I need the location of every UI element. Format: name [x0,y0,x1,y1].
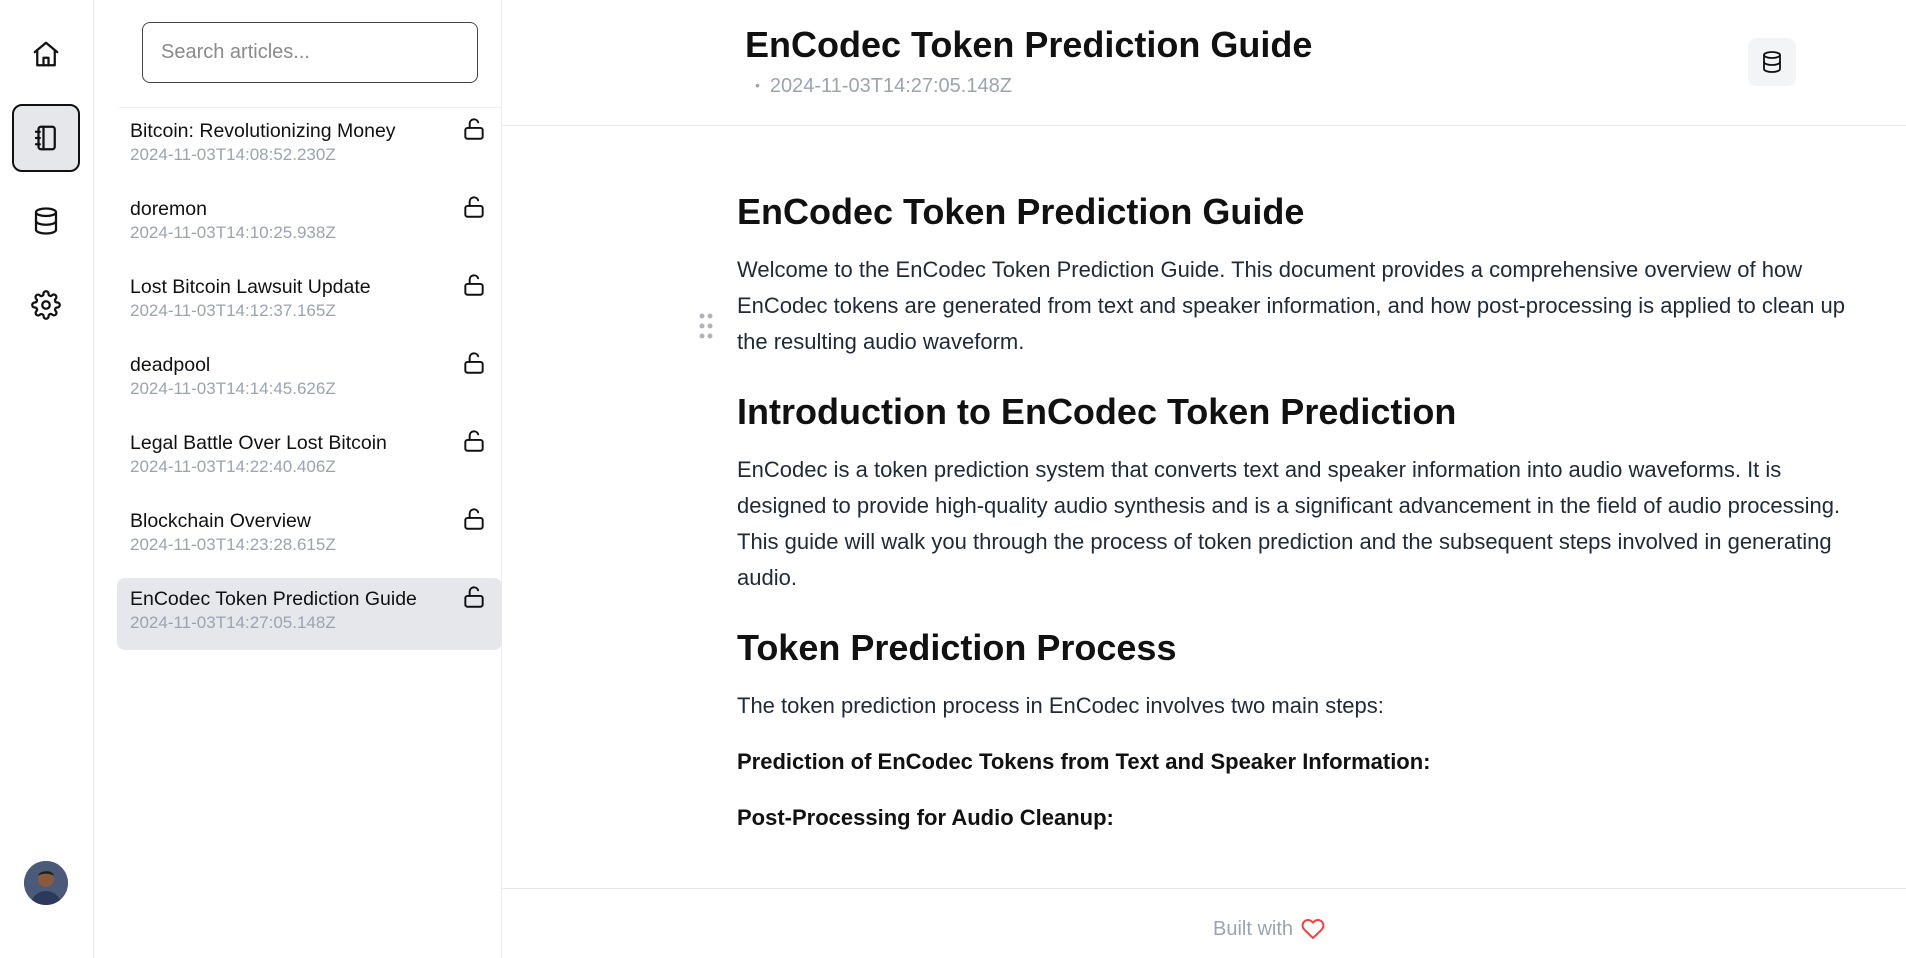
database-icon [1763,51,1781,73]
article-date: 2024-11-03T14:10:25.938Z [130,223,336,242]
document-content[interactable]: EnCodec Token Prediction Guide Welcome t… [737,190,1847,836]
drag-handle[interactable] [698,312,714,340]
main-area: EnCodec Token Prediction Guide • 2024-11-… [502,0,1906,958]
article-sidebar: Bitcoin: Revolutionizing Money 2024-11-03… [95,0,502,958]
articles-button[interactable] [12,104,80,172]
footer-credit: Built with [1213,917,1325,941]
unlock-icon[interactable] [461,428,487,454]
article-title: Legal Battle Over Lost Bitcoin [130,432,387,454]
database-icon [34,207,58,235]
unlock-icon[interactable] [461,116,487,142]
divider [119,107,502,108]
article-list-item[interactable]: Lost Bitcoin Lawsuit Update 2024-11-03T14… [117,266,502,344]
unlock-icon[interactable] [461,350,487,376]
content-heading: EnCodec Token Prediction Guide [737,191,1305,232]
content-paragraph: EnCodec is a token prediction system tha… [737,457,1841,590]
gear-icon [31,290,61,320]
footer-label: Built with [1213,917,1294,940]
unlock-icon[interactable] [461,584,487,610]
database-action-button[interactable] [1748,38,1796,86]
unlock-icon[interactable] [461,194,487,220]
article-title: Lost Bitcoin Lawsuit Update [130,276,371,298]
unlock-icon[interactable] [461,506,487,532]
article-list-item[interactable]: Legal Battle Over Lost Bitcoin 2024-11-03… [117,422,502,500]
footer: Built with [502,888,1906,958]
article-list-item[interactable]: deadpool 2024-11-03T14:14:45.626Z [117,344,502,422]
article-title: Blockchain Overview [130,510,311,532]
user-avatar[interactable] [24,861,68,905]
drag-handle-icon [699,313,713,339]
bullet-dot: • [755,77,760,93]
icon-rail [0,0,94,958]
content-paragraph: The token prediction process in EnCodec … [737,693,1384,718]
step-heading: Prediction of EnCodec Tokens from Text a… [737,749,1431,774]
article-date: 2024-11-03T14:12:37.165Z [130,301,336,320]
article-date: 2024-11-03T14:08:52.230Z [130,145,336,164]
article-title: deadpool [130,354,211,376]
article-list-item[interactable]: doremon 2024-11-03T14:10:25.938Z [117,188,502,266]
document-date: 2024-11-03T14:27:05.148Z [769,75,1012,97]
article-date: 2024-11-03T14:22:40.406Z [130,457,336,476]
article-date: 2024-11-03T14:23:28.615Z [130,535,336,554]
notebook-icon [34,125,56,151]
home-icon [33,41,59,67]
section-heading: Introduction to EnCodec Token Prediction [737,391,1457,432]
article-date: 2024-11-03T14:27:05.148Z [130,613,336,632]
article-title: EnCodec Token Prediction Guide [130,588,417,610]
document-meta: • 2024-11-03T14:27:05.148Z [755,75,1012,98]
article-title: doremon [130,198,207,220]
content-paragraph: Welcome to the EnCodec Token Prediction … [737,257,1845,354]
search-input[interactable] [142,22,478,83]
step-heading: Post-Processing for Audio Cleanup: [737,805,1114,830]
article-list: Bitcoin: Revolutionizing Money 2024-11-03… [117,110,502,650]
article-list-item[interactable]: Bitcoin: Revolutionizing Money 2024-11-03… [117,110,502,188]
settings-button[interactable] [12,271,80,339]
page-title: EnCodec Token Prediction Guide [745,24,1313,65]
document-header: EnCodec Token Prediction Guide • 2024-11-… [502,0,1906,126]
article-list-item[interactable]: EnCodec Token Prediction Guide 2024-11-03… [117,578,502,650]
article-list-item[interactable]: Blockchain Overview 2024-11-03T14:23:28.6… [117,500,502,578]
home-button[interactable] [12,20,80,88]
unlock-icon[interactable] [461,272,487,298]
database-button[interactable] [12,187,80,255]
section-heading: Token Prediction Process [737,627,1177,668]
avatar-icon [24,861,68,905]
heart-icon [1301,919,1325,939]
article-title: Bitcoin: Revolutionizing Money [130,120,396,142]
article-date: 2024-11-03T14:14:45.626Z [130,379,336,398]
